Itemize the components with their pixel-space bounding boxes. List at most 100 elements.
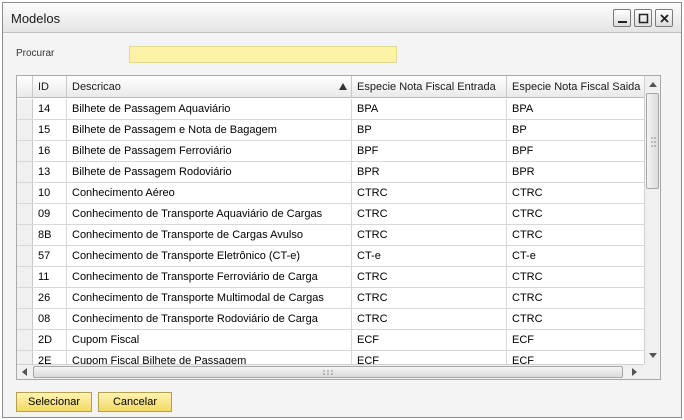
search-input[interactable] bbox=[129, 46, 397, 63]
table-row[interactable]: 09 Conhecimento de Transporte Aquaviário … bbox=[17, 204, 644, 225]
cell-descricao[interactable]: Conhecimento de Transporte de Cargas Avu… bbox=[67, 225, 352, 245]
cell-entrada[interactable]: CT-e bbox=[352, 246, 507, 266]
grip-icon bbox=[651, 137, 656, 147]
cell-descricao[interactable]: Bilhete de Passagem e Nota de Bagagem bbox=[67, 120, 352, 140]
maximize-button[interactable] bbox=[634, 9, 652, 27]
cell-saida[interactable]: BP bbox=[507, 120, 644, 140]
row-selector[interactable] bbox=[17, 246, 33, 266]
cell-saida[interactable]: CT-e bbox=[507, 246, 644, 266]
row-selector[interactable] bbox=[17, 309, 33, 329]
column-header-saida[interactable]: Especie Nota Fiscal Saida bbox=[507, 76, 644, 98]
cell-entrada[interactable]: BP bbox=[352, 120, 507, 140]
column-header-entrada[interactable]: Especie Nota Fiscal Entrada bbox=[352, 76, 507, 98]
table-row[interactable]: 57 Conhecimento de Transporte Eletrônico … bbox=[17, 246, 644, 267]
cell-id[interactable]: 57 bbox=[33, 246, 67, 266]
table-row[interactable]: 14 Bilhete de Passagem Aquaviário BPA BPA bbox=[17, 99, 644, 120]
table-body: 14 Bilhete de Passagem Aquaviário BPA BPA 15… bbox=[17, 99, 644, 372]
cell-saida[interactable]: BPA bbox=[507, 99, 644, 119]
table-row[interactable]: 13 Bilhete de Passagem Rodoviário BPR BPR bbox=[17, 162, 644, 183]
sort-ascending-icon bbox=[339, 83, 347, 90]
cell-descricao[interactable]: Bilhete de Passagem Ferroviário bbox=[67, 141, 352, 161]
cell-id[interactable]: 26 bbox=[33, 288, 67, 308]
vertical-scroll-thumb[interactable] bbox=[646, 93, 659, 189]
scroll-right-icon[interactable] bbox=[627, 365, 641, 379]
cell-id[interactable]: 10 bbox=[33, 183, 67, 203]
table-row[interactable]: 08 Conhecimento de Transporte Rodoviário … bbox=[17, 309, 644, 330]
row-selector-header[interactable] bbox=[17, 76, 33, 98]
title-bar[interactable]: Modelos bbox=[3, 3, 681, 33]
row-selector[interactable] bbox=[17, 120, 33, 140]
row-selector[interactable] bbox=[17, 183, 33, 203]
cell-saida[interactable]: CTRC bbox=[507, 288, 644, 308]
minimize-button[interactable] bbox=[613, 9, 631, 27]
cell-entrada[interactable]: BPR bbox=[352, 162, 507, 182]
table-row[interactable]: 26 Conhecimento de Transporte Multimodal … bbox=[17, 288, 644, 309]
table-row[interactable]: 15 Bilhete de Passagem e Nota de Bagagem B… bbox=[17, 120, 644, 141]
column-header-descricao[interactable]: Descricao bbox=[67, 76, 352, 98]
search-label: Procurar bbox=[16, 48, 55, 59]
scroll-up-icon[interactable] bbox=[645, 78, 661, 92]
horizontal-scroll-thumb[interactable] bbox=[33, 366, 623, 378]
cell-saida[interactable]: CTRC bbox=[507, 225, 644, 245]
row-selector[interactable] bbox=[17, 330, 33, 350]
cell-id[interactable]: 14 bbox=[33, 99, 67, 119]
cancel-button[interactable]: Cancelar bbox=[98, 392, 172, 412]
horizontal-scrollbar[interactable] bbox=[17, 364, 644, 379]
cell-id[interactable]: 8B bbox=[33, 225, 67, 245]
cell-descricao[interactable]: Conhecimento de Transporte Multimodal de… bbox=[67, 288, 352, 308]
cell-saida[interactable]: CTRC bbox=[507, 267, 644, 287]
scroll-left-icon[interactable] bbox=[18, 365, 32, 379]
cell-entrada[interactable]: BPF bbox=[352, 141, 507, 161]
close-button[interactable] bbox=[655, 9, 673, 27]
cell-entrada[interactable]: CTRC bbox=[352, 309, 507, 329]
scroll-down-icon[interactable] bbox=[645, 348, 661, 362]
table-row[interactable]: 16 Bilhete de Passagem Ferroviário BPF BPF bbox=[17, 141, 644, 162]
cell-saida[interactable]: ECF bbox=[507, 330, 644, 350]
cell-id[interactable]: 08 bbox=[33, 309, 67, 329]
table-row[interactable]: 8B Conhecimento de Transporte de Cargas A… bbox=[17, 225, 644, 246]
cell-descricao[interactable]: Conhecimento Aéreo bbox=[67, 183, 352, 203]
minimize-icon bbox=[618, 21, 627, 23]
cell-id[interactable]: 15 bbox=[33, 120, 67, 140]
row-selector[interactable] bbox=[17, 267, 33, 287]
row-selector[interactable] bbox=[17, 141, 33, 161]
cell-descricao[interactable]: Bilhete de Passagem Aquaviário bbox=[67, 99, 352, 119]
cell-saida[interactable]: CTRC bbox=[507, 309, 644, 329]
cell-id[interactable]: 11 bbox=[33, 267, 67, 287]
cell-entrada[interactable]: ECF bbox=[352, 330, 507, 350]
table-row[interactable]: 2D Cupom Fiscal ECF ECF bbox=[17, 330, 644, 351]
close-icon bbox=[660, 14, 669, 23]
cell-saida[interactable]: CTRC bbox=[507, 204, 644, 224]
row-selector[interactable] bbox=[17, 99, 33, 119]
table-row[interactable]: 11 Conhecimento de Transporte Ferroviário… bbox=[17, 267, 644, 288]
window-title: Modelos bbox=[11, 11, 61, 26]
cell-descricao[interactable]: Conhecimento de Transporte Rodoviário de… bbox=[67, 309, 352, 329]
cell-saida[interactable]: CTRC bbox=[507, 183, 644, 203]
cell-saida[interactable]: BPR bbox=[507, 162, 644, 182]
cell-entrada[interactable]: CTRC bbox=[352, 183, 507, 203]
cell-entrada[interactable]: BPA bbox=[352, 99, 507, 119]
cell-entrada[interactable]: CTRC bbox=[352, 267, 507, 287]
cell-id[interactable]: 13 bbox=[33, 162, 67, 182]
row-selector[interactable] bbox=[17, 225, 33, 245]
row-selector[interactable] bbox=[17, 204, 33, 224]
cell-id[interactable]: 16 bbox=[33, 141, 67, 161]
select-button[interactable]: Selecionar bbox=[16, 392, 92, 412]
row-selector[interactable] bbox=[17, 162, 33, 182]
cell-descricao[interactable]: Conhecimento de Transporte Aquaviário de… bbox=[67, 204, 352, 224]
cell-descricao[interactable]: Bilhete de Passagem Rodoviário bbox=[67, 162, 352, 182]
cell-saida[interactable]: BPF bbox=[507, 141, 644, 161]
cell-descricao[interactable]: Conhecimento de Transporte Ferroviário d… bbox=[67, 267, 352, 287]
cell-entrada[interactable]: CTRC bbox=[352, 204, 507, 224]
models-table: ID Descricao Especie Nota Fiscal Entrada… bbox=[16, 75, 661, 380]
cell-descricao[interactable]: Conhecimento de Transporte Eletrônico (C… bbox=[67, 246, 352, 266]
cell-id[interactable]: 09 bbox=[33, 204, 67, 224]
row-selector[interactable] bbox=[17, 288, 33, 308]
cell-descricao[interactable]: Cupom Fiscal bbox=[67, 330, 352, 350]
cell-entrada[interactable]: CTRC bbox=[352, 225, 507, 245]
cell-entrada[interactable]: CTRC bbox=[352, 288, 507, 308]
cell-id[interactable]: 2D bbox=[33, 330, 67, 350]
vertical-scrollbar[interactable] bbox=[644, 76, 660, 364]
table-row[interactable]: 10 Conhecimento Aéreo CTRC CTRC bbox=[17, 183, 644, 204]
column-header-id[interactable]: ID bbox=[33, 76, 67, 98]
